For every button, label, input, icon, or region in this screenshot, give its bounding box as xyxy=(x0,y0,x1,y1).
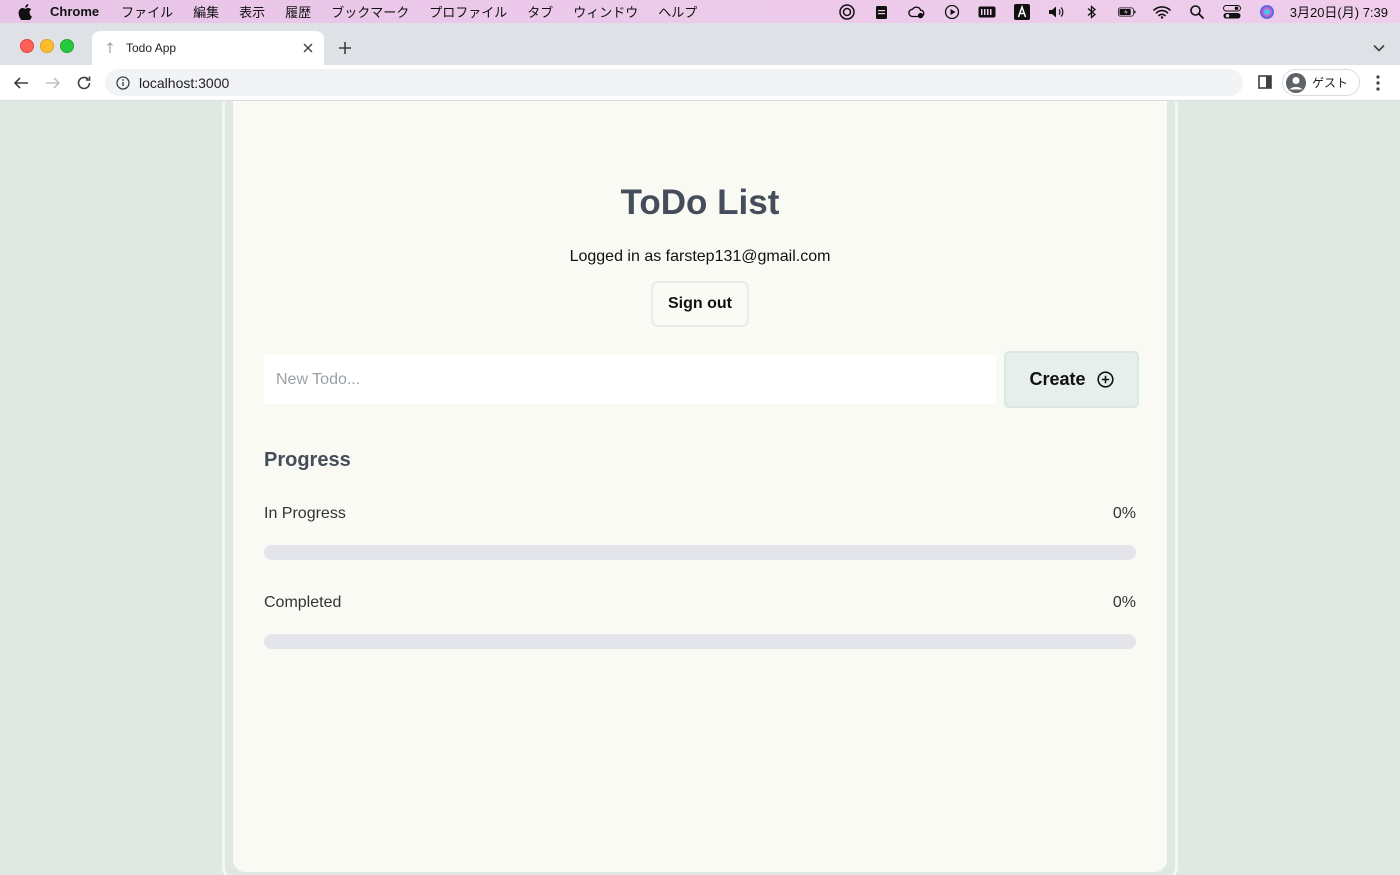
create-button[interactable]: Create xyxy=(1004,351,1139,408)
menu-help[interactable]: ヘルプ xyxy=(658,2,697,21)
menu-history[interactable]: 履歴 xyxy=(285,2,311,21)
apple-menu-icon[interactable] xyxy=(18,3,32,20)
site-info-icon[interactable] xyxy=(116,75,130,90)
browser-tab-strip: Todo App xyxy=(0,23,1400,65)
reload-icon[interactable] xyxy=(75,74,93,92)
progress-label: Completed xyxy=(264,594,342,611)
clipboard-icon[interactable] xyxy=(873,5,891,19)
profile-label: ゲスト xyxy=(1312,76,1349,90)
menu-window[interactable]: ウィンドウ xyxy=(573,2,638,21)
menu-clock[interactable]: 3月20日(月) 7:39 xyxy=(1290,2,1388,21)
window-zoom-button[interactable] xyxy=(60,39,74,53)
address-bar[interactable]: localhost:3000 xyxy=(105,69,1243,96)
progress-percent: 0% xyxy=(1112,594,1136,611)
todo-card: ToDo List Logged in as farstep131@gmail.… xyxy=(233,101,1167,872)
guest-avatar-icon xyxy=(1286,72,1306,93)
tab-close-icon[interactable] xyxy=(300,40,316,56)
forward-arrow-icon[interactable] xyxy=(44,74,62,92)
battery-icon[interactable] xyxy=(1117,5,1136,19)
volume-icon[interactable] xyxy=(1048,5,1066,19)
macos-menu-bar: Chrome ファイル 編集 表示 履歴 ブックマーク プロファイル タブ ウィ… xyxy=(0,0,1400,23)
browser-toolbar: localhost:3000 ゲスト xyxy=(0,65,1400,101)
page-viewport: ToDo List Logged in as farstep131@gmail.… xyxy=(0,101,1400,875)
play-icon[interactable] xyxy=(943,4,961,19)
plus-circle-icon xyxy=(1096,371,1114,388)
profile-button[interactable]: ゲスト xyxy=(1282,69,1360,96)
address-url: localhost:3000 xyxy=(139,74,230,91)
progress-bar-track xyxy=(264,545,1136,560)
status-area: 3月20日(月) 7:39 xyxy=(821,0,1388,23)
tab-todo-app[interactable]: Todo App xyxy=(92,31,324,65)
menu-tab[interactable]: タブ xyxy=(527,2,553,21)
progress-bar-track xyxy=(264,634,1136,649)
loading-favicon-icon xyxy=(107,42,113,53)
back-arrow-icon[interactable] xyxy=(12,74,30,92)
menu-app-name[interactable]: Chrome xyxy=(50,4,99,19)
menu-profiles[interactable]: プロファイル xyxy=(429,2,507,21)
memory-icon[interactable] xyxy=(978,5,996,19)
tab-search-chevron-icon[interactable] xyxy=(1372,41,1386,55)
page-title: ToDo List xyxy=(620,183,780,222)
menu-view[interactable]: 表示 xyxy=(239,2,265,21)
progress-heading: Progress xyxy=(264,449,351,471)
menu-file[interactable]: ファイル xyxy=(121,2,173,21)
side-panel-icon[interactable] xyxy=(1258,75,1272,89)
sign-out-button[interactable]: Sign out xyxy=(651,281,749,327)
new-tab-icon[interactable] xyxy=(336,39,354,57)
siri-icon[interactable] xyxy=(1258,4,1276,19)
progress-label: In Progress xyxy=(264,505,346,522)
control-center-icon[interactable] xyxy=(1222,4,1241,19)
window-close-button[interactable] xyxy=(20,39,34,53)
input-source-icon[interactable] xyxy=(1013,3,1031,20)
new-todo-input[interactable] xyxy=(264,355,996,404)
wifi-icon[interactable] xyxy=(1152,5,1171,19)
cloud-sync-icon[interactable] xyxy=(907,5,926,19)
focus-icon[interactable] xyxy=(838,3,856,20)
menu-edit[interactable]: 編集 xyxy=(193,2,219,21)
create-button-label: Create xyxy=(1029,369,1086,389)
spotlight-search-icon[interactable] xyxy=(1188,4,1206,19)
more-options-icon[interactable] xyxy=(1370,74,1386,92)
progress-percent: 0% xyxy=(1112,505,1136,522)
logged-in-text: Logged in as farstep131@gmail.com xyxy=(569,248,831,265)
menu-bookmarks[interactable]: ブックマーク xyxy=(331,2,409,21)
tab-title: Todo App xyxy=(126,41,177,55)
window-minimize-button[interactable] xyxy=(40,39,54,53)
bluetooth-icon[interactable] xyxy=(1083,4,1101,19)
